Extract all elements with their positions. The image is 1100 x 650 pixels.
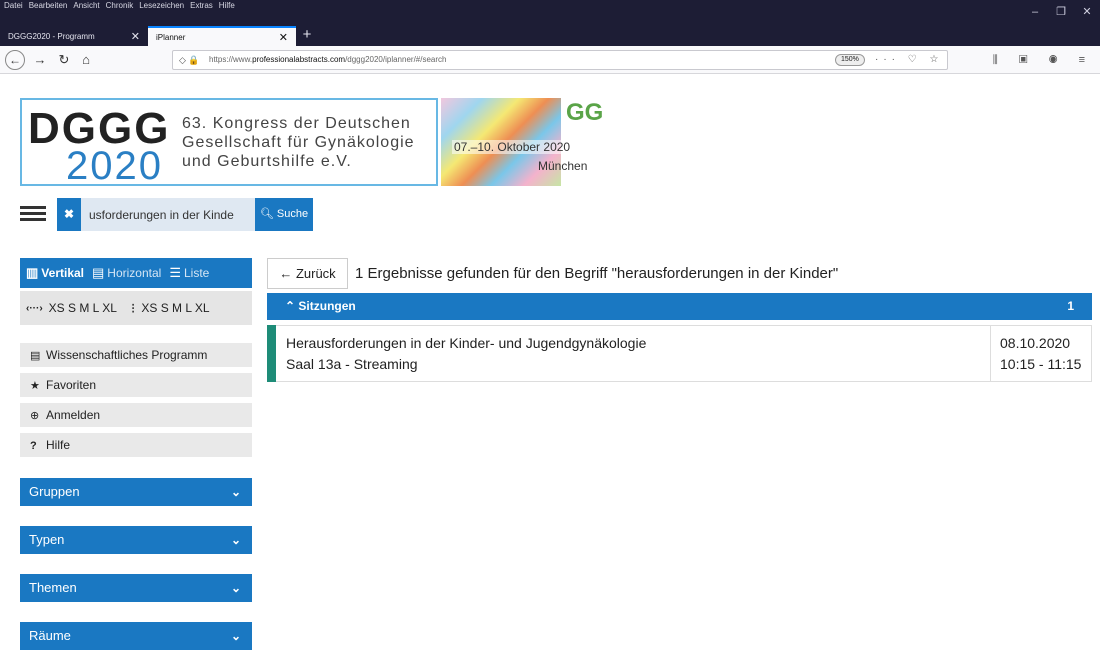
tab-label: iPlanner	[156, 32, 186, 42]
sidebar-item-wissenschaftliches-programm[interactable]: ▤ Wissenschaftliches Programm	[20, 343, 252, 367]
view-vertical[interactable]: ▥ Vertikal	[26, 265, 84, 281]
sidebar-item-favoriten[interactable]: ★ Favoriten	[20, 373, 252, 397]
login-icon: ⊕	[30, 410, 40, 422]
banner-city: München	[538, 159, 588, 173]
banner-year: 2020	[66, 144, 163, 188]
url-bar[interactable]: ◇ 🔒 https://www.professionalabstracts.co…	[172, 50, 948, 70]
shield-lock-icon: ◇ 🔒	[179, 55, 200, 65]
help-icon: ?	[30, 440, 37, 452]
search-button[interactable]: 🔍︎ Suche	[255, 198, 313, 231]
sessions-section-header[interactable]: ⌃ Sitzungen 1	[267, 293, 1092, 320]
close-window-icon[interactable]: ✕	[1074, 0, 1100, 24]
window-controls: – ❐ ✕	[1022, 0, 1100, 24]
zoom-badge[interactable]: 150%	[835, 54, 865, 66]
document-icon: ▤	[30, 350, 41, 362]
vertical-columns-icon: ▥	[26, 265, 39, 280]
new-tab-button[interactable]: +	[296, 26, 318, 46]
view-horizontal[interactable]: ▤ Horizontal	[92, 265, 161, 281]
search-icon: 🔍︎	[259, 208, 274, 220]
menu-hilfe[interactable]: Hilfe	[219, 1, 235, 13]
width-size-options[interactable]: XS S M L XL	[49, 301, 117, 315]
filter-raeume[interactable]: Räume ⌄	[20, 622, 252, 650]
tab-iplanner[interactable]: iPlanner ✕	[148, 26, 296, 46]
clear-search-icon[interactable]: ✖	[57, 198, 81, 231]
menu-chronik[interactable]: Chronik	[106, 1, 134, 13]
forward-arrow-icon[interactable]: →	[30, 50, 50, 70]
session-title: Herausforderungen in der Kinder- und Jug…	[286, 335, 647, 351]
session-row[interactable]: Herausforderungen in der Kinder- und Jug…	[267, 325, 1092, 382]
session-room: Saal 13a - Streaming	[286, 356, 418, 372]
close-tab-icon[interactable]: ✕	[131, 30, 140, 43]
star-icon: ★	[30, 380, 40, 392]
reload-icon[interactable]: ↻	[54, 50, 74, 70]
close-tab-icon[interactable]: ✕	[279, 31, 288, 44]
chevron-down-icon: ⌄	[230, 581, 241, 595]
browser-titlebar: Datei Bearbeiten Ansicht Chronik Lesezei…	[0, 0, 1100, 46]
toolbar-icons[interactable]: ⫼ ▣ ◉ ≡	[993, 50, 1094, 70]
menu-lesezeichen[interactable]: Lesezeichen	[139, 1, 184, 13]
banner-dates: 07.–10. Oktober 2020	[452, 140, 573, 154]
banner-congress-name: 63. Kongress der Deutschen Gesellschaft …	[182, 115, 415, 170]
menu-bearbeiten[interactable]: Bearbeiten	[29, 1, 68, 13]
sidebar-item-anmelden[interactable]: ⊕ Anmelden	[20, 403, 252, 427]
tab-strip: DGGG2020 - Programm ✕ iPlanner ✕ +	[0, 24, 318, 46]
filter-gruppen[interactable]: Gruppen ⌄	[20, 478, 252, 506]
session-time: 10:15 - 11:15	[1000, 356, 1082, 372]
browser-navbar: ← → ↻ ⌂ ◇ 🔒 https://www.professionalabst…	[0, 46, 1100, 74]
back-button[interactable]: ← Zurück	[267, 258, 348, 289]
menu-ansicht[interactable]: Ansicht	[73, 1, 99, 13]
gg-logo: GG	[566, 99, 604, 126]
horizontal-rows-icon: ▤	[92, 265, 105, 280]
tab-dggg-programm[interactable]: DGGG2020 - Programm ✕	[0, 26, 148, 46]
arrow-left-icon: ←	[279, 266, 293, 281]
size-controls: ‹···› XS S M L XL ⁝ XS S M L XL	[20, 291, 252, 325]
session-date: 08.10.2020	[1000, 335, 1071, 351]
results-summary: 1 Ergebnisse gefunden für den Begriff "h…	[355, 265, 839, 282]
session-meta: 08.10.2020 10:15 - 11:15	[990, 326, 1093, 381]
minimize-icon[interactable]: –	[1022, 0, 1048, 24]
height-arrows-icon: ⁝	[130, 299, 136, 316]
chevron-up-icon: ⌃	[285, 299, 296, 313]
browser-menubar: Datei Bearbeiten Ansicht Chronik Lesezei…	[4, 1, 235, 13]
back-arrow-icon[interactable]: ←	[5, 50, 25, 70]
chevron-down-icon: ⌄	[230, 533, 241, 547]
filter-themen[interactable]: Themen ⌄	[20, 574, 252, 602]
filter-typen[interactable]: Typen ⌄	[20, 526, 252, 554]
view-list[interactable]: ☰ Liste	[169, 265, 209, 281]
width-arrows-icon: ‹···›	[26, 302, 43, 314]
height-size-options[interactable]: XS S M L XL	[141, 301, 209, 315]
url-text: https://www.professionalabstracts.com/dg…	[209, 55, 447, 64]
menu-datei[interactable]: Datei	[4, 1, 23, 13]
list-icon: ☰	[169, 265, 181, 280]
congress-banner: DGGG 2020 63. Kongress der Deutschen Ges…	[20, 98, 438, 188]
chevron-down-icon: ⌄	[230, 629, 241, 643]
sidebar-item-hilfe[interactable]: ? Hilfe	[20, 433, 252, 457]
tab-label: DGGG2020 - Programm	[8, 31, 95, 41]
chevron-down-icon: ⌄	[230, 485, 241, 499]
session-type-accent	[267, 325, 276, 382]
hamburger-menu-icon[interactable]	[20, 206, 46, 222]
restore-icon[interactable]: ❐	[1048, 0, 1074, 24]
view-mode-bar: ▥ Vertikal ▤ Horizontal ☰ Liste	[20, 258, 252, 288]
menu-extras[interactable]: Extras	[190, 1, 213, 13]
sessions-count: 1	[1067, 299, 1074, 313]
home-icon[interactable]: ⌂	[76, 50, 96, 70]
page-actions-icon[interactable]: ··· ♡ ☆	[875, 51, 943, 69]
search-input[interactable]	[81, 198, 255, 231]
